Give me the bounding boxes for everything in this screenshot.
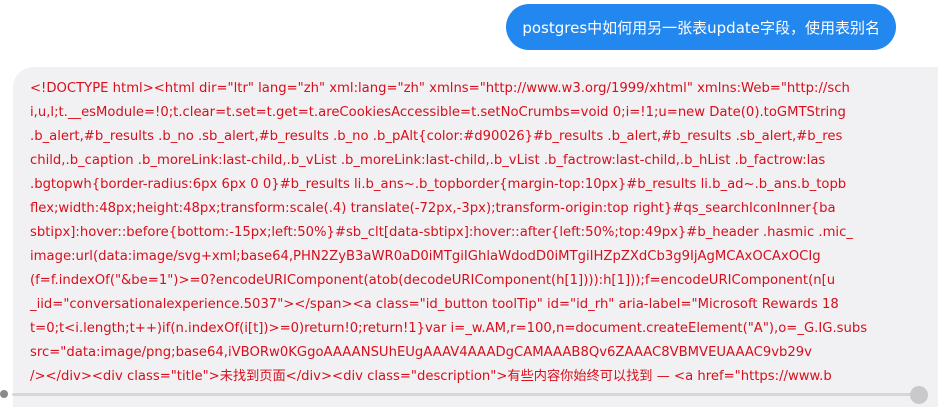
scroll-right-handle[interactable] <box>910 386 928 404</box>
code-line: child,.b_caption .b_moreLink:last-child,… <box>30 153 826 168</box>
horizontal-scrollbar[interactable] <box>0 386 938 404</box>
code-line: _iid="conversationalexperience.5037"></s… <box>30 297 839 312</box>
assistant-message-bubble: <!DOCTYPE html><html dir="ltr" lang="zh"… <box>13 67 938 407</box>
code-line: t=0;t<i.length;t++)if(n.indexOf(i[t])>=0… <box>30 321 868 336</box>
code-line: .bgtopwh{border-radius:6px 6px 0 0}#b_re… <box>30 177 847 192</box>
code-line: (f=f.indexOf("&be=1")>=0?encodeURICompon… <box>30 273 836 288</box>
code-line: <!DOCTYPE html><html dir="ltr" lang="zh"… <box>30 81 850 96</box>
code-line: i,u,l;t.__esModule=!0;t.clear=t.set=t.ge… <box>30 105 846 120</box>
bottom-divider <box>0 407 938 419</box>
code-line: image:url(data:image/svg+xml;base64,PHN2… <box>30 249 821 264</box>
code-line: src="data:image/png;base64,iVBORw0KGgoAA… <box>30 345 812 360</box>
code-line: sbtipx]:hover::before{bottom:-15px;left:… <box>30 225 853 240</box>
code-block: <!DOCTYPE html><html dir="ltr" lang="zh"… <box>30 77 867 389</box>
chat-area: postgres中如何用另一张表update字段，使用表别名 <!DOCTYPE… <box>0 0 938 419</box>
scrollbar-track[interactable] <box>12 393 912 396</box>
user-message-text: postgres中如何用另一张表update字段，使用表别名 <box>522 18 880 37</box>
user-message-bubble: postgres中如何用另一张表update字段，使用表别名 <box>506 4 896 50</box>
scroll-left-handle[interactable] <box>0 390 8 398</box>
code-line: flex;width:48px;height:48px;transform:sc… <box>30 201 836 216</box>
code-line: .b_alert,#b_results .b_no .sb_alert,#b_r… <box>30 129 843 144</box>
